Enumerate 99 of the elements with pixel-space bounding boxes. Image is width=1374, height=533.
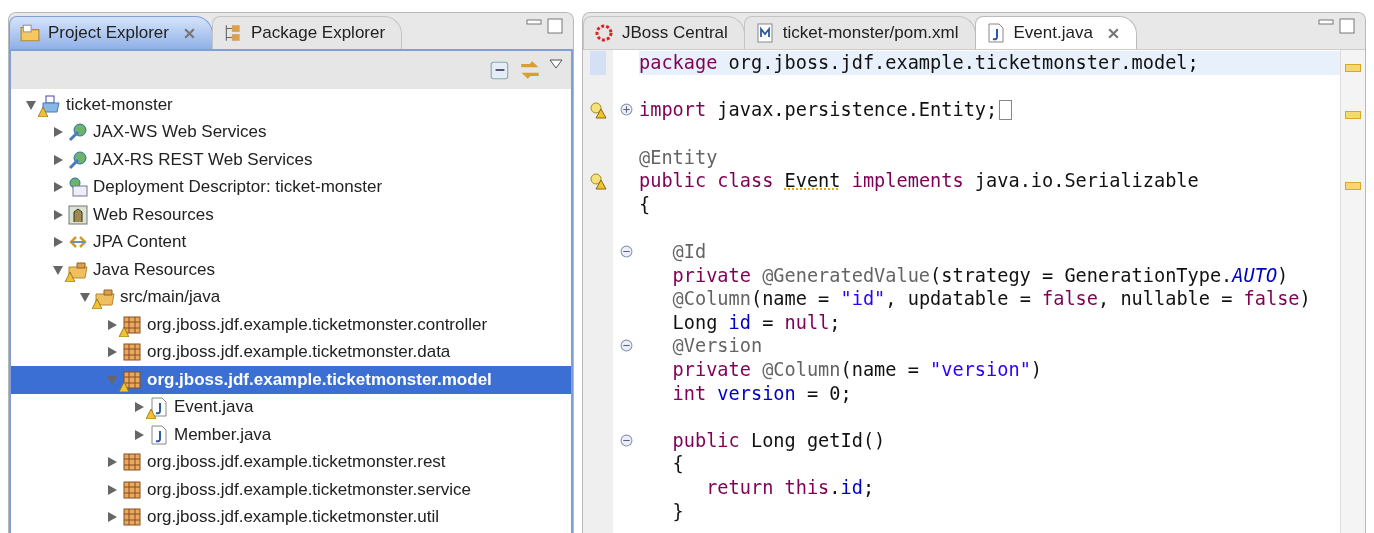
code-line: int version = 0; (671, 381, 853, 405)
code-line: @Column(name = "id", updatable = false, nullable = false) (671, 287, 1312, 311)
tree-item[interactable]: org.jboss.jdf.example.ticketmonster.service (11, 476, 571, 504)
collapsed-triangle-icon[interactable] (52, 153, 64, 166)
tree-item[interactable]: org.jboss.jdf.example.ticketmonster.data (11, 338, 571, 366)
tree-item-label: JAX-WS Web Services (93, 122, 267, 143)
fold-collapse-icon[interactable] (619, 433, 633, 447)
code-line: public class Event implements java.io.Serializable (639, 169, 1200, 193)
code-line: { (639, 192, 652, 217)
tree-item-label: Deployment Descriptor: ticket-monster (93, 177, 383, 198)
tree-item[interactable]: Deployment Descriptor: ticket-monster (11, 173, 571, 201)
globe-icon (68, 149, 88, 170)
tree-item-label: org.jboss.jdf.example.ticketmonster.service (147, 479, 472, 500)
collapsed-triangle-icon[interactable] (52, 181, 64, 194)
tree-item-label: org.jboss.jdf.example.ticketmonster.data (147, 342, 451, 363)
collapsed-triangle-icon[interactable] (52, 208, 64, 221)
project-folder-icon (41, 94, 61, 115)
collapsed-triangle-icon[interactable] (106, 346, 118, 359)
expanded-triangle-icon[interactable] (52, 263, 64, 276)
tree-item[interactable]: JPA Content (11, 228, 571, 256)
expanded-triangle-icon[interactable] (25, 98, 37, 111)
globe-icon (68, 122, 88, 143)
expanded-triangle-icon[interactable] (79, 291, 91, 304)
collapsed-triangle-icon[interactable] (106, 511, 118, 524)
package-icon (122, 507, 142, 528)
folder-icon (20, 23, 40, 43)
source-folder-icon (68, 259, 88, 280)
tree-item[interactable]: Web Resources (11, 201, 571, 229)
tree-item-label: Web Resources (93, 204, 214, 225)
view-tab[interactable]: Project Explorer (9, 16, 213, 49)
collapsed-triangle-icon[interactable] (133, 401, 145, 414)
code-line: private @GeneratedValue(strategy = GenerationType.AUTO) (671, 263, 1290, 287)
tree-item-label: org.jboss.jdf.example.ticketmonster.model (147, 369, 492, 390)
fold-expand-icon[interactable] (619, 103, 633, 117)
editor-tab[interactable]: Event.java (974, 16, 1137, 49)
code-line: @Version (671, 334, 764, 358)
view-tab[interactable]: Package Explorer (211, 16, 403, 49)
tree-item[interactable]: Member.java (11, 421, 571, 449)
tree-item[interactable]: org.jboss.jdf.example.ticketmonster.util (11, 503, 571, 531)
tree-item-label: Event.java (174, 397, 254, 418)
tree-item[interactable]: Event.java (11, 393, 571, 421)
code-line: Long id = null; (671, 310, 842, 335)
warning-bulb-icon[interactable] (589, 171, 607, 190)
descriptor-icon (68, 177, 88, 198)
code-line: import javax.persistence.Entity; (639, 98, 1340, 122)
warning-bulb-icon[interactable] (589, 101, 607, 119)
tree-item-label: Member.java (174, 424, 272, 445)
java-file-icon (985, 23, 1006, 43)
code-line: } (671, 499, 685, 523)
tree-item[interactable]: org.jboss.jdf.example.ticketmonster.rest (11, 448, 571, 476)
tree-item[interactable]: org.jboss.jdf.example.ticketmonster.model (11, 366, 571, 394)
web-resources-icon (68, 204, 88, 225)
java-file-icon (149, 424, 169, 445)
tree-item-label: JAX-RS REST Web Services (93, 149, 313, 170)
overview-marker[interactable] (1345, 111, 1361, 120)
code-line: @Id (671, 240, 708, 264)
dotted-ring-icon (594, 23, 614, 43)
tree-item-label: org.jboss.jdf.example.ticketmonster.rest (147, 452, 446, 473)
view-menu-icon[interactable] (549, 59, 563, 69)
collapsed-triangle-icon[interactable] (52, 126, 64, 139)
fold-collapse-icon[interactable] (619, 245, 633, 259)
tree-item-label: Java Resources (93, 259, 215, 280)
code-line: { (671, 452, 685, 476)
close-icon[interactable] (182, 26, 196, 40)
tree-item-label: org.jboss.jdf.example.ticketmonster.controller (147, 314, 488, 335)
collapsed-triangle-icon[interactable] (106, 456, 118, 469)
code-line: return this.id; (705, 476, 876, 500)
package-icon (122, 369, 142, 390)
folded-code-box[interactable] (999, 100, 1013, 120)
tree-item-label: JPA Content (93, 232, 187, 253)
tree-item[interactable]: Java Resources (11, 256, 571, 284)
package-icon (122, 479, 142, 500)
java-file-icon (149, 397, 169, 418)
overview-marker[interactable] (1345, 64, 1361, 72)
collapsed-triangle-icon[interactable] (133, 428, 145, 441)
tree-item[interactable]: ticket-monster (11, 91, 571, 119)
code-line: private @Column(name = "version") (671, 358, 1044, 382)
collapse-all-icon[interactable] (489, 59, 511, 81)
source-folder-icon (95, 287, 115, 308)
tree-item-label: src/main/java (120, 287, 221, 308)
tree-item[interactable]: src/main/java (11, 283, 571, 311)
tree-item-label: org.jboss.jdf.example.ticketmonster.util (147, 507, 439, 528)
maven-file-icon (754, 23, 775, 43)
tree-item-label: ticket-monster (66, 94, 173, 115)
tree-item[interactable]: JAX-WS Web Services (11, 118, 571, 146)
collapsed-triangle-icon[interactable] (106, 318, 118, 331)
package-icon (122, 452, 142, 473)
collapsed-triangle-icon[interactable] (52, 236, 64, 249)
collapsed-triangle-icon[interactable] (106, 483, 118, 496)
overview-marker[interactable] (1345, 182, 1361, 190)
code-line: public Long getId() (671, 428, 887, 453)
editor-tab[interactable]: JBoss Central (583, 16, 745, 49)
fold-collapse-icon[interactable] (619, 339, 633, 353)
tree-item[interactable]: JAX-RS REST Web Services (11, 146, 571, 174)
close-icon[interactable] (1106, 26, 1120, 40)
package-icon (122, 314, 142, 335)
code-line: @Entity (639, 145, 719, 169)
package-icon (122, 342, 142, 363)
tree-item[interactable]: org.jboss.jdf.example.ticketmonster.controller (11, 311, 571, 339)
